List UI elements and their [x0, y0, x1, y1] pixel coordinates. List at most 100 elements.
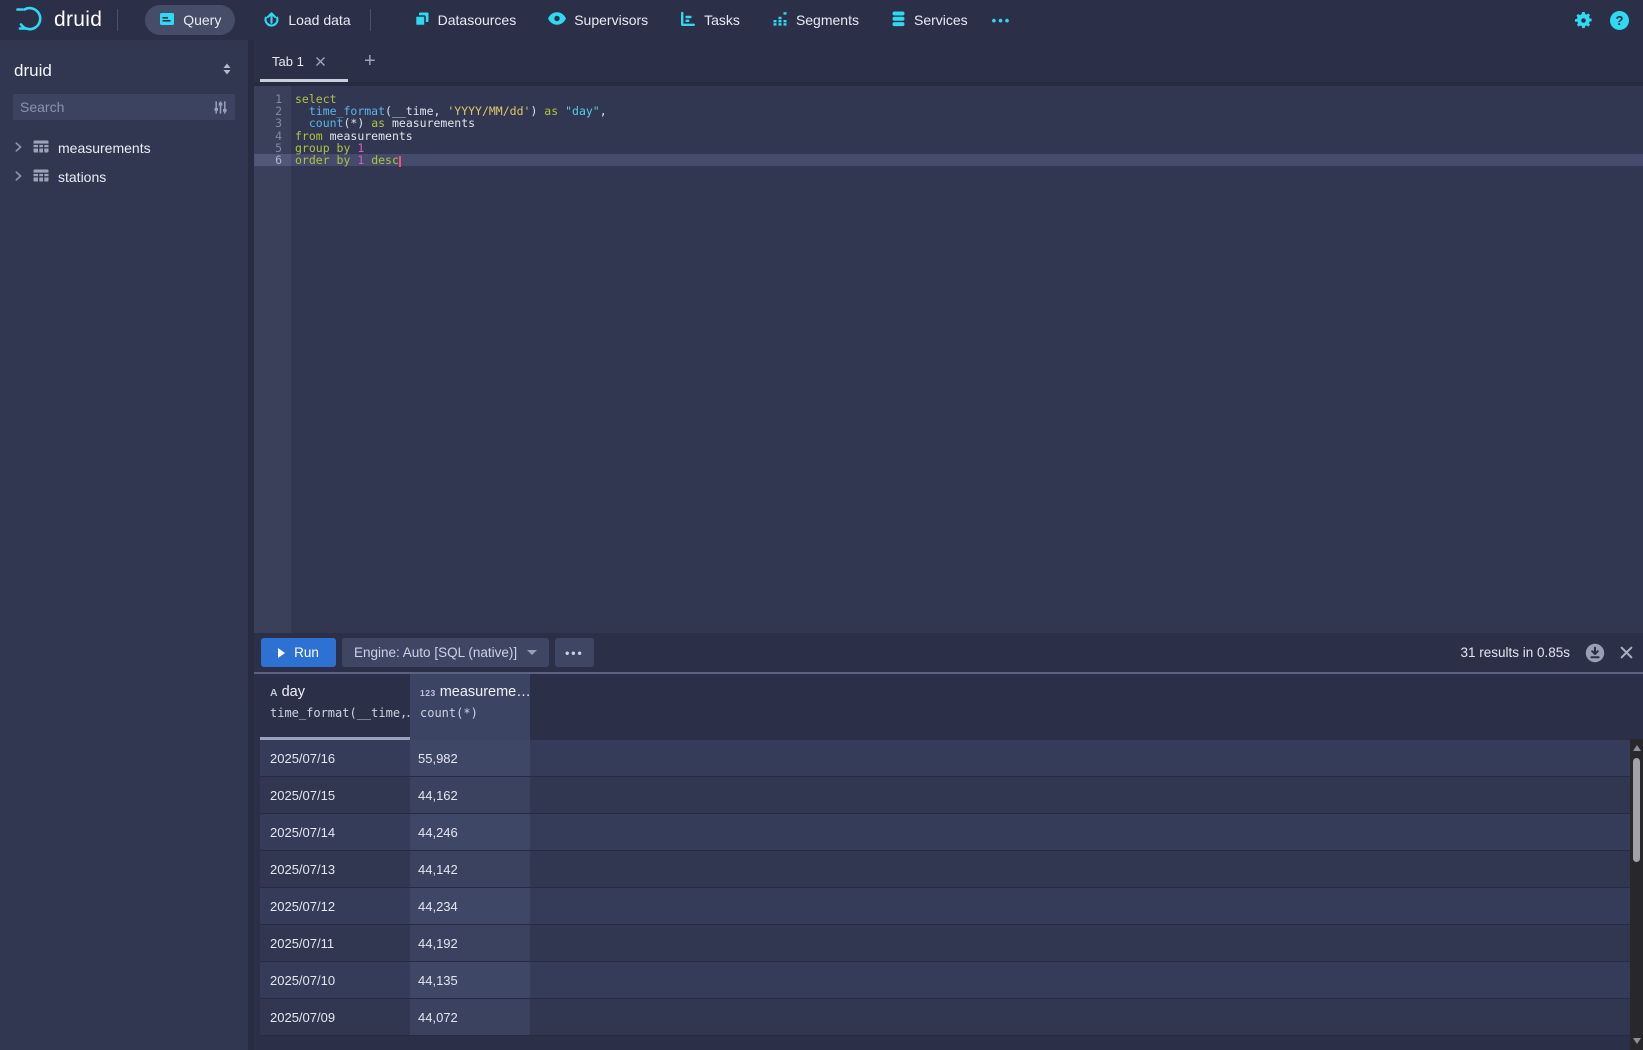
- table-row[interactable]: 2025/07/0944,072: [260, 999, 1630, 1036]
- filter-sliders-icon[interactable]: [213, 100, 228, 115]
- table-row[interactable]: 2025/07/1444,246: [260, 814, 1630, 851]
- tree-item-stations[interactable]: stations: [0, 162, 248, 191]
- table-icon: [33, 169, 49, 185]
- cell-measurements[interactable]: 44,142: [410, 851, 530, 887]
- nav-item-services[interactable]: Services: [887, 5, 972, 35]
- close-results-icon[interactable]: [1620, 646, 1633, 659]
- run-button[interactable]: Run: [261, 638, 336, 667]
- cell-measurements[interactable]: 44,234: [410, 888, 530, 924]
- cell-measurements[interactable]: 55,982: [410, 740, 530, 776]
- tree-item-label: stations: [58, 169, 106, 185]
- console-icon: [159, 11, 175, 30]
- cell-day[interactable]: 2025/07/10: [260, 962, 410, 998]
- query-more-button[interactable]: •••: [555, 638, 594, 667]
- engine-select-button[interactable]: Engine: Auto [SQL (native)]: [342, 638, 549, 667]
- double-caret-icon: [220, 62, 234, 81]
- nav-item-label: Datasources: [438, 12, 517, 28]
- cell-measurements[interactable]: 44,246: [410, 814, 530, 850]
- datasource-tree: measurements stations: [0, 133, 248, 191]
- cell-measurements[interactable]: 44,135: [410, 962, 530, 998]
- schema-sidebar: druid measurements: [0, 40, 248, 1050]
- nav-item-load-data[interactable]: Load data: [259, 5, 354, 35]
- scroll-up-arrow[interactable]: [1633, 745, 1641, 751]
- table-row[interactable]: 2025/07/1544,162: [260, 777, 1630, 814]
- help-icon[interactable]: ?: [1610, 11, 1629, 30]
- column-header-measurements[interactable]: 123measureme… count(*): [410, 674, 530, 740]
- nav-item-label: Segments: [796, 12, 859, 28]
- layers-icon: [414, 11, 430, 30]
- cell-measurements[interactable]: 44,192: [410, 925, 530, 961]
- editor-gutter: [254, 86, 291, 633]
- cell-day[interactable]: 2025/07/12: [260, 888, 410, 924]
- code-line[interactable]: 6order by 1 desc: [254, 154, 1643, 166]
- results-body: 2025/07/1655,9822025/07/1544,1622025/07/…: [260, 740, 1630, 1036]
- cell-measurements[interactable]: 44,072: [410, 999, 530, 1035]
- nav-item-datasources[interactable]: Datasources: [410, 5, 521, 35]
- code-line[interactable]: 4from measurements: [254, 130, 1643, 142]
- schema-selector[interactable]: druid: [14, 61, 234, 81]
- nav-right-group: ?: [1574, 11, 1629, 30]
- cell-day[interactable]: 2025/07/16: [260, 740, 410, 776]
- query-workbench: Tab 1 + 1select2 time_format(__time, 'YY…: [254, 40, 1643, 1050]
- results-scrollbar: [1630, 739, 1643, 1050]
- settings-gear-icon[interactable]: [1574, 11, 1593, 30]
- tab-tab1[interactable]: Tab 1: [260, 40, 348, 82]
- results-info: 31 results in 0.85s: [1460, 645, 1570, 660]
- nav-item-supervisors[interactable]: Supervisors: [544, 5, 652, 35]
- table-row[interactable]: 2025/07/1144,192: [260, 925, 1630, 962]
- new-tab-plus-icon[interactable]: +: [364, 40, 376, 82]
- code-line[interactable]: 5group by 1: [254, 142, 1643, 154]
- results-header: Aday time_format(__time,… 123measureme… …: [254, 674, 1643, 740]
- line-number: 2: [254, 105, 291, 117]
- table-row[interactable]: 2025/07/1244,234: [260, 888, 1630, 925]
- cell-day[interactable]: 2025/07/14: [260, 814, 410, 850]
- nav-divider: [370, 9, 371, 31]
- nav-item-label: Services: [914, 12, 968, 28]
- string-type-icon: A: [270, 687, 278, 699]
- top-nav: druid Query Load data Datasources: [0, 0, 1643, 40]
- column-header-day[interactable]: Aday time_format(__time,…: [260, 674, 410, 740]
- column-expression: time_format(__time,…: [270, 706, 410, 720]
- sql-editor[interactable]: 1select2 time_format(__time, 'YYYY/MM/dd…: [254, 86, 1643, 633]
- line-number: 5: [254, 142, 291, 154]
- number-type-icon: 123: [420, 688, 436, 698]
- cell-day[interactable]: 2025/07/13: [260, 851, 410, 887]
- cell-day[interactable]: 2025/07/15: [260, 777, 410, 813]
- download-results-icon[interactable]: [1585, 643, 1605, 663]
- nav-item-segments[interactable]: Segments: [768, 5, 863, 35]
- upload-icon: [263, 10, 280, 30]
- nav-divider: [117, 9, 118, 31]
- table-row[interactable]: 2025/07/1344,142: [260, 851, 1630, 888]
- chevron-right-icon[interactable]: [12, 169, 24, 185]
- tab-label: Tab 1: [272, 54, 304, 69]
- chevron-right-icon[interactable]: [12, 140, 24, 156]
- code-text: order by 1 desc: [291, 154, 401, 166]
- gantt-icon: [680, 11, 696, 30]
- search-input[interactable]: [20, 99, 213, 115]
- run-bar-right: 31 results in 0.85s: [1460, 643, 1633, 663]
- eye-icon: [548, 12, 566, 28]
- table-row[interactable]: 2025/07/1655,982: [260, 740, 1630, 777]
- druid-logo[interactable]: druid: [14, 4, 102, 37]
- logo-wordmark: druid: [54, 8, 102, 32]
- results-panel: Aday time_format(__time,… 123measureme… …: [254, 674, 1643, 1050]
- nav-item-tasks[interactable]: Tasks: [676, 5, 744, 35]
- cell-day[interactable]: 2025/07/09: [260, 999, 410, 1035]
- nav-item-label: Tasks: [704, 12, 740, 28]
- nav-item-label: Load data: [288, 12, 350, 28]
- scroll-down-arrow[interactable]: [1633, 1038, 1641, 1044]
- code-line[interactable]: 3 count(*) as measurements: [254, 117, 1643, 129]
- line-number: 3: [254, 117, 291, 129]
- line-number: 1: [254, 93, 291, 105]
- nav-more-icon[interactable]: •••: [992, 13, 1012, 28]
- schema-title: druid: [14, 61, 52, 81]
- tree-item-measurements[interactable]: measurements: [0, 133, 248, 162]
- table-icon: [33, 140, 49, 156]
- tab-close-icon[interactable]: [316, 57, 325, 66]
- cell-day[interactable]: 2025/07/11: [260, 925, 410, 961]
- table-row[interactable]: 2025/07/1044,135: [260, 962, 1630, 999]
- scrollbar-thumb[interactable]: [1633, 758, 1640, 862]
- nav-item-query[interactable]: Query: [145, 5, 235, 35]
- chevron-down-icon: [527, 650, 537, 655]
- cell-measurements[interactable]: 44,162: [410, 777, 530, 813]
